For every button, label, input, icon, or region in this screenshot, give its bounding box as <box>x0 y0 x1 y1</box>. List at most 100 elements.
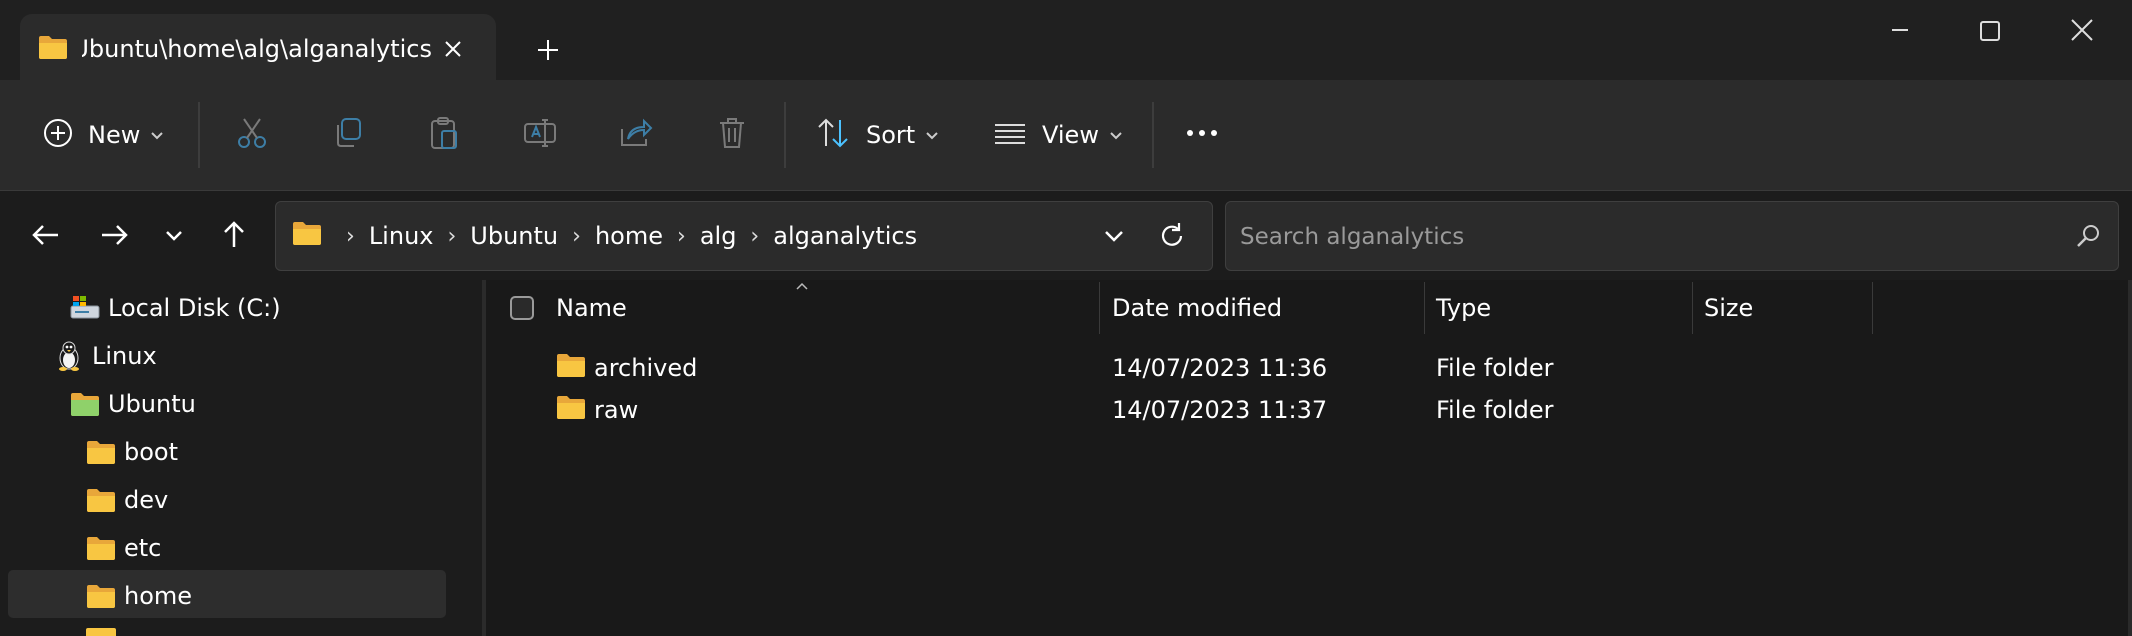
sidebar-item-boot[interactable]: boot <box>86 430 178 474</box>
paste-button[interactable] <box>426 110 462 160</box>
refresh-icon[interactable] <box>1154 218 1190 258</box>
breadcrumb-item[interactable]: alganalytics <box>773 222 917 250</box>
folder-icon <box>86 437 116 467</box>
sidebar-item-home[interactable]: home <box>86 574 192 618</box>
search-input[interactable] <box>1238 214 2062 260</box>
view-button[interactable]: View <box>992 110 1123 160</box>
chevron-down-icon <box>150 126 164 145</box>
close-window-icon[interactable] <box>2052 10 2112 50</box>
tab-title: Linux\Ubuntu\home\alg\alganalytics <box>82 35 432 63</box>
linux-penguin-icon <box>54 341 84 371</box>
rename-button[interactable] <box>522 110 558 160</box>
column-resize-handle[interactable] <box>1692 282 1693 334</box>
breadcrumb: › Linux › Ubuntu › home › alg › alganaly… <box>292 202 917 270</box>
folder-icon <box>292 220 322 252</box>
rename-icon <box>522 115 558 155</box>
share-icon <box>618 115 654 155</box>
breadcrumb-item[interactable]: alg <box>700 222 737 250</box>
copy-icon <box>330 115 366 155</box>
folder-icon <box>86 533 116 563</box>
navigation-pane: Local Disk (C:) Linux Ubuntu boot dev et… <box>0 280 450 636</box>
clipboard-icon <box>426 115 462 155</box>
file-row-archived[interactable]: archived 14/07/2023 11:36 File folder <box>486 346 2086 388</box>
sidebar-item-label: dev <box>124 486 169 514</box>
sidebar-item-dev[interactable]: dev <box>86 478 168 522</box>
chevron-right-icon: › <box>346 223 355 249</box>
search-box[interactable] <box>1225 201 2119 271</box>
breadcrumb-item[interactable]: Linux <box>369 222 434 250</box>
column-header-name[interactable]: Name <box>556 280 627 336</box>
folder-icon <box>556 394 586 426</box>
file-type: File folder <box>1436 354 1554 382</box>
column-header-size[interactable]: Size <box>1704 280 1753 336</box>
folder-icon <box>86 581 116 611</box>
folder-icon <box>86 628 116 636</box>
file-type: File folder <box>1436 396 1554 424</box>
address-bar[interactable]: › Linux › Ubuntu › home › alg › alganaly… <box>275 201 1213 271</box>
maximize-icon[interactable] <box>1960 10 2020 50</box>
list-view-icon <box>992 118 1028 152</box>
up-arrow-icon[interactable] <box>212 213 256 257</box>
tab-current[interactable]: Linux\Ubuntu\home\alg\alganalytics <box>20 14 496 80</box>
chevron-down-icon <box>1109 126 1123 145</box>
delete-button[interactable] <box>714 110 750 160</box>
new-tab-icon[interactable] <box>530 32 566 68</box>
folder-icon <box>86 485 116 515</box>
new-button[interactable]: New <box>42 110 164 160</box>
window-border <box>2128 280 2132 636</box>
title-bar: Linux\Ubuntu\home\alg\alganalytics <box>0 0 2132 80</box>
minimize-icon[interactable] <box>1870 10 1930 50</box>
sidebar-item-linux[interactable]: Linux <box>54 334 157 378</box>
chevron-right-icon: › <box>447 223 457 249</box>
column-resize-handle[interactable] <box>1872 282 1873 334</box>
sidebar-item-local-disk[interactable]: Local Disk (C:) <box>70 286 281 330</box>
sidebar-item-ubuntu[interactable]: Ubuntu <box>70 382 196 426</box>
sort-button[interactable]: Sort <box>816 110 939 160</box>
file-row-raw[interactable]: raw 14/07/2023 11:37 File folder <box>486 388 2086 430</box>
file-name: archived <box>594 354 698 382</box>
sort-ascending-icon <box>796 282 808 290</box>
trash-icon <box>714 115 750 155</box>
more-dots-icon <box>1182 123 1222 147</box>
more-options-button[interactable] <box>1182 110 1222 160</box>
divider <box>1152 102 1154 168</box>
command-bar: New Sort View <box>0 80 2132 191</box>
column-resize-handle[interactable] <box>1424 282 1425 334</box>
forward-arrow-icon[interactable] <box>92 213 136 257</box>
sidebar-item-label: Ubuntu <box>108 390 196 418</box>
back-arrow-icon[interactable] <box>24 213 68 257</box>
selection-highlight <box>8 570 446 618</box>
chevron-right-icon: › <box>750 223 760 249</box>
chevron-right-icon: › <box>677 223 686 249</box>
sidebar-item-label: Linux <box>92 342 157 370</box>
recent-locations-chevron-icon[interactable] <box>152 213 196 257</box>
cut-button[interactable] <box>234 110 270 160</box>
sidebar-item-label: home <box>124 582 193 610</box>
close-tab-icon[interactable] <box>438 34 468 64</box>
sort-label: Sort <box>866 121 916 149</box>
sidebar-item-label: etc <box>124 534 162 562</box>
share-button[interactable] <box>618 110 654 160</box>
divider <box>198 102 200 168</box>
new-label: New <box>88 121 141 149</box>
sort-arrows-icon <box>816 116 852 154</box>
breadcrumb-item[interactable]: home <box>595 222 663 250</box>
sidebar-item-etc[interactable]: etc <box>86 526 161 570</box>
scissors-icon <box>234 115 270 155</box>
search-icon[interactable] <box>2074 222 2102 254</box>
column-header-type[interactable]: Type <box>1436 280 1491 336</box>
address-history-chevron-icon[interactable] <box>1096 218 1132 258</box>
file-list: Name Date modified Type Size archived 14… <box>486 280 2132 636</box>
divider <box>784 102 786 168</box>
file-name: raw <box>594 396 639 424</box>
select-all-checkbox[interactable] <box>510 296 534 320</box>
sidebar-item-label: boot <box>124 438 179 466</box>
sidebar-item-label: Local Disk (C:) <box>108 294 281 322</box>
column-header-date-modified[interactable]: Date modified <box>1112 280 1282 336</box>
chevron-down-icon <box>925 126 939 145</box>
copy-button[interactable] <box>330 110 366 160</box>
drive-icon <box>70 293 100 323</box>
file-date: 14/07/2023 11:36 <box>1112 354 1328 382</box>
breadcrumb-item[interactable]: Ubuntu <box>470 222 558 250</box>
column-resize-handle[interactable] <box>1099 282 1100 334</box>
